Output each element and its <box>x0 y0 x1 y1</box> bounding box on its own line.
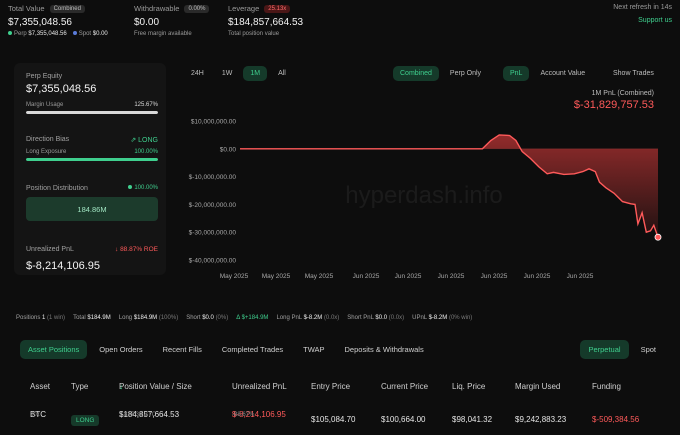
refresh-timer: Next refresh in 14s <box>613 4 672 11</box>
top-stats-bar: Total Value Combined $7,355,048.56 Perp $… <box>0 0 680 52</box>
combined-badge[interactable]: Combined <box>49 4 85 13</box>
row-type-badge: LONG <box>71 415 100 426</box>
col-liq-price[interactable]: Liq. Price <box>452 382 485 391</box>
tab-completed-trades[interactable]: Completed Trades <box>214 340 291 359</box>
col-entry-price[interactable]: Entry Price <box>311 382 350 391</box>
withdrawable-value: $0.00 <box>134 17 160 28</box>
y-tick-label: $0.00 <box>220 146 237 153</box>
x-tick-label: Jun 2025 <box>353 273 380 280</box>
pnl-chart-section: 24H 1W 1M All Combined Perp Only PnL Account … <box>176 63 670 283</box>
leverage-label: Leverage <box>228 4 260 13</box>
col-current-price[interactable]: Current Price <box>381 382 428 391</box>
tab-twap[interactable]: TWAP <box>295 340 332 359</box>
x-tick-label: Jun 2025 <box>567 273 594 280</box>
col-unrealized-pnl[interactable]: Unrealized PnL <box>232 382 287 391</box>
x-tick-label: Jun 2025 <box>481 273 508 280</box>
unrealized-roe: ↓ 88.87% ROE <box>115 246 158 253</box>
x-tick-label: Jun 2025 <box>395 273 422 280</box>
margin-usage-label: Margin Usage <box>26 102 64 108</box>
row-funding: $-509,384.56 <box>592 415 640 424</box>
tab-open-orders[interactable]: Open Orders <box>91 340 150 359</box>
summary-long: Long $184.9M (100%) <box>118 315 179 321</box>
y-tick-label: $10,000,000.00 <box>191 119 237 126</box>
margin-usage-fill <box>26 111 158 114</box>
pnl-end-point <box>654 233 662 241</box>
direction-bias-value: ⇗ LONG <box>130 137 158 144</box>
table-row[interactable]: BTC 20x LONG $184,857,664.53 1,837.30 BTC … <box>30 410 680 435</box>
position-distribution-pct: 100.00% <box>128 185 158 192</box>
direction-bias-label: Direction Bias <box>26 136 70 143</box>
leverage-sub: Total position value <box>228 31 280 37</box>
long-exposure-bar <box>26 158 158 161</box>
x-tick-label: May 2025 <box>305 273 334 280</box>
perp-dot-icon <box>8 31 12 35</box>
margin-usage-bar <box>26 111 158 114</box>
leverage-badge: 25.13x <box>264 4 291 13</box>
tab-market-perpetual[interactable]: Perpetual <box>580 340 629 359</box>
spot-breakdown: Spot $0.00 <box>72 31 108 37</box>
position-distribution-label: Position Distribution <box>26 185 88 192</box>
bottom-tabs: Asset Positions Open Orders Recent Fills Co… <box>20 340 432 359</box>
watermark-text: hyperdash.info <box>345 182 502 209</box>
row-current-price: $100,664.00 <box>381 415 426 424</box>
withdrawable-badge: 0.00% <box>184 4 210 13</box>
account-summary-panel: Perp Equity $7,355,048.56 Margin Usage 12… <box>14 63 166 275</box>
tab-deposits-withdrawals[interactable]: Deposits & Withdrawals <box>337 340 432 359</box>
total-value: $7,355,048.56 <box>8 17 72 28</box>
unrealized-pnl-label: Unrealized PnL <box>26 246 74 253</box>
margin-usage-value: 125.67% <box>134 102 158 108</box>
positions-summary: Positions 1 (1 win) Total $184.9M Long $… <box>16 315 472 321</box>
summary-long-pnl: Long PnL $-8.2M (0.0x) <box>276 315 340 321</box>
x-tick-label: May 2025 <box>220 273 249 280</box>
perp-equity-value: $7,355,048.56 <box>26 83 97 95</box>
long-exposure-value: 100.00% <box>134 149 158 155</box>
position-distribution-bar[interactable]: 184.86M <box>26 197 158 221</box>
leverage-value: $184,857,664.53 <box>228 17 304 28</box>
perp-breakdown: Perp $7,355,048.56 <box>8 31 67 37</box>
summary-delta: Δ $+184.9M <box>236 315 269 321</box>
y-tick-label: $-30,000,000.00 <box>189 230 237 237</box>
summary-short: Short $0.0 (0%) <box>186 315 229 321</box>
y-tick-label: $-40,000,000.00 <box>189 258 237 265</box>
tab-recent-fills[interactable]: Recent Fills <box>155 340 210 359</box>
distribution-dot-icon <box>128 185 133 189</box>
unrealized-pnl-value: $-8,214,106.95 <box>26 260 101 272</box>
positions-table-header: Asset Type Position Value / Size ↓ Unrea… <box>30 382 621 391</box>
withdrawable-stat: Withdrawable 0.00% $0.00 Free margin avai… <box>134 4 210 37</box>
summary-positions: Positions 1 (1 win) <box>16 315 66 321</box>
x-tick-label: May 2025 <box>262 273 291 280</box>
tab-market-spot[interactable]: Spot <box>633 340 664 359</box>
total-value-label: Total Value <box>8 4 45 13</box>
summary-upnl: UPnL $-8.2M (0% win) <box>412 315 473 321</box>
sort-down-icon: ↓ <box>119 382 123 391</box>
long-exposure-label: Long Exposure <box>26 149 67 155</box>
col-type[interactable]: Type <box>71 382 88 391</box>
withdrawable-sub: Free margin available <box>134 31 192 37</box>
spot-dot-icon <box>72 31 77 35</box>
row-liq-price: $98,041.32 <box>452 415 493 424</box>
summary-short-pnl: Short PnL $0.0 (0.0x) <box>347 315 405 321</box>
y-tick-label: $-10,000,000.00 <box>189 174 237 181</box>
col-margin-used[interactable]: Margin Used <box>515 382 560 391</box>
perp-equity-label: Perp Equity <box>26 73 63 80</box>
col-asset[interactable]: Asset <box>30 382 50 391</box>
pnl-area-chart[interactable]: hyperdash.info $10,000,000.00 $0.00 $-10,0… <box>176 63 670 288</box>
col-funding[interactable]: Funding <box>592 382 621 391</box>
market-tabs: Perpetual Spot <box>580 340 664 359</box>
trend-up-icon: ⇗ <box>130 137 137 144</box>
row-margin-used: $9,242,883.23 <box>515 415 567 424</box>
support-link[interactable]: Support us <box>613 17 672 24</box>
leverage-stat: Leverage 25.13x $184,857,664.53 Total pos… <box>228 4 303 37</box>
total-value-stat: Total Value Combined $7,355,048.56 Perp $… <box>8 4 108 37</box>
row-entry-price: $105,084.70 <box>311 415 356 424</box>
tab-asset-positions[interactable]: Asset Positions <box>20 340 88 359</box>
x-tick-label: Jun 2025 <box>438 273 465 280</box>
summary-total: Total $184.9M <box>73 315 111 321</box>
withdrawable-label: Withdrawable <box>134 4 180 13</box>
long-exposure-fill <box>26 158 158 161</box>
y-tick-label: $-20,000,000.00 <box>189 202 237 209</box>
x-tick-label: Jun 2025 <box>524 273 551 280</box>
arrow-down-icon: ↓ <box>115 246 119 253</box>
